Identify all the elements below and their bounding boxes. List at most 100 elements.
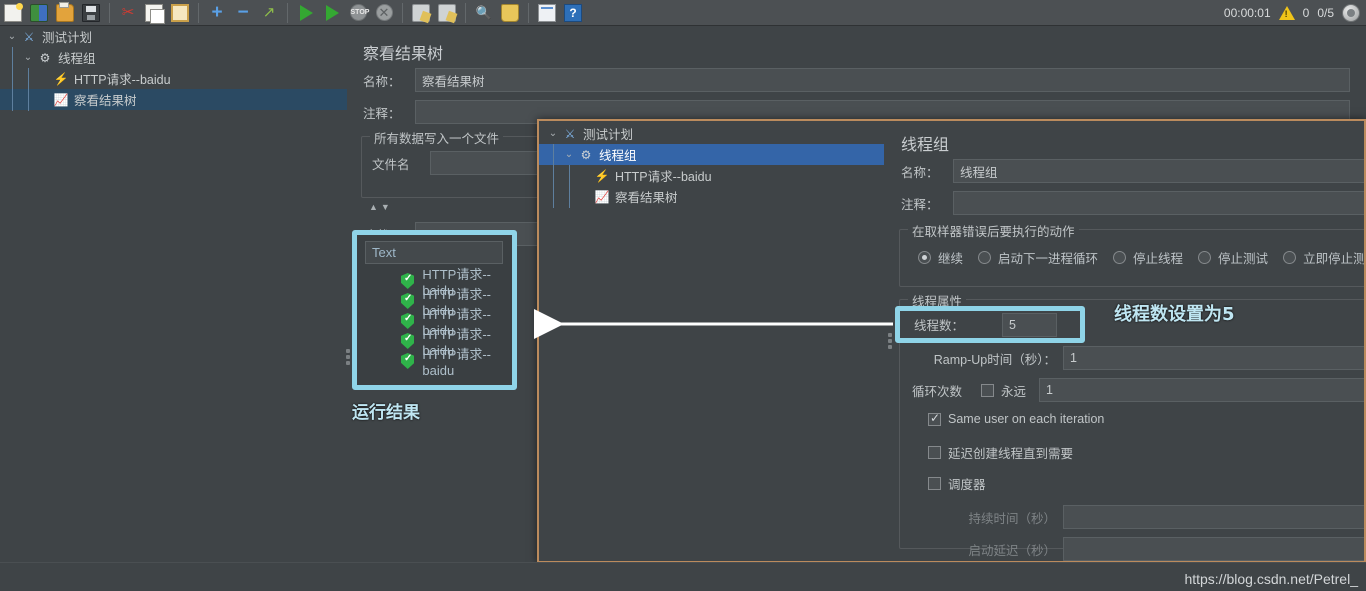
- rampup-row: Ramp-Up时间（秒）：: [912, 346, 1364, 370]
- write-all-data-legend: 所有数据写入一个文件: [370, 128, 504, 147]
- dialog-test-plan-tree[interactable]: ⌄ ⚔ 测试计划 ⌄ ⚙ 线程组 ⚡ HTTP请求--baidu 📈 察看结果树: [539, 121, 884, 561]
- threads-row: 线程数：: [900, 311, 1080, 338]
- open-icon[interactable]: [52, 1, 78, 25]
- loops-input[interactable]: [1039, 378, 1364, 402]
- save-icon[interactable]: [78, 1, 104, 25]
- dialog-tree-node-view-results[interactable]: 📈 察看结果树: [539, 185, 884, 208]
- dialog-tree-node-test-plan[interactable]: ⌄ ⚔ 测试计划: [539, 123, 884, 144]
- tg-comment-input[interactable]: [953, 191, 1364, 215]
- pipette-icon: ⚡: [53, 71, 69, 86]
- copy-icon[interactable]: [141, 1, 167, 25]
- clear-all-icon[interactable]: [434, 1, 460, 25]
- toolbar-status-group: 00:00:01 0 0/5: [1223, 3, 1366, 22]
- filename-label: 文件名: [372, 157, 410, 172]
- same-user-checkbox[interactable]: [928, 411, 941, 426]
- page-title: 察看结果树: [363, 46, 444, 63]
- radio-stop-test[interactable]: [1198, 251, 1212, 264]
- delay-create-checkbox[interactable]: [928, 446, 941, 459]
- radio-start-next-loop[interactable]: [978, 251, 992, 264]
- flask-icon: ⚔: [23, 29, 35, 44]
- grip-dots-icon: [888, 331, 892, 351]
- tree-node-label: 察看结果树: [74, 94, 137, 108]
- watermark-text: https://blog.csdn.net/Petrel_: [1184, 571, 1358, 587]
- dialog-tree-node-thread-group[interactable]: ⌄ ⚙ 线程组: [539, 143, 884, 166]
- same-user-row[interactable]: Same user on each iteration: [928, 411, 1104, 426]
- toolbar-separator: [465, 2, 466, 23]
- scheduler-row[interactable]: 调度器: [928, 474, 986, 493]
- toolbar-separator: [528, 2, 529, 23]
- radio-stop-thread[interactable]: [1113, 251, 1127, 264]
- chevron-down-icon[interactable]: ⌄: [545, 128, 561, 139]
- radio-start-next-loop-label: 启动下一进程循环: [998, 252, 1099, 266]
- pipette-icon: ⚡: [594, 168, 610, 183]
- new-icon[interactable]: [0, 1, 26, 25]
- tree-node-test-plan[interactable]: ⌄ ⚔ 测试计划: [0, 26, 347, 47]
- paste-icon[interactable]: [167, 1, 193, 25]
- toolbar-help-group: ?: [534, 0, 586, 26]
- gear-icon: ⚙: [39, 50, 51, 65]
- dialog-tree-node-http-request[interactable]: ⚡ HTTP请求--baidu: [539, 164, 884, 187]
- start-no-pauses-icon[interactable]: [319, 1, 345, 25]
- toggle-enable-icon[interactable]: ↗: [256, 1, 282, 25]
- radio-stop-test-now[interactable]: [1283, 251, 1297, 264]
- elapsed-time: 00:00:01: [1223, 5, 1271, 20]
- radio-stop-test-label: 停止测试: [1218, 252, 1269, 266]
- test-plan-tree[interactable]: ⌄ ⚔ 测试计划 ⌄ ⚙ 线程组 ⚡ HTTP请求--baidu 📈 察看结果树: [0, 26, 347, 556]
- config-expander-icon[interactable]: ▲▼: [369, 202, 393, 212]
- tree-node-view-results-tree[interactable]: 📈 察看结果树: [0, 88, 347, 111]
- rampup-input[interactable]: [1063, 346, 1364, 370]
- delay-create-row[interactable]: 延迟创建线程直到需要: [928, 443, 1073, 462]
- startup-delay-label: 启动延迟（秒）: [968, 543, 1056, 558]
- stop-icon[interactable]: STOP: [345, 1, 371, 25]
- scheduler-checkbox[interactable]: [928, 477, 941, 490]
- results-list[interactable]: HTTP请求--baidu HTTP请求--baidu HTTP请求--baid…: [357, 267, 512, 378]
- name-input[interactable]: [415, 68, 1350, 92]
- results-annotation: 运行结果: [352, 403, 420, 423]
- tree-node-label: 测试计划: [42, 31, 93, 45]
- shutdown-icon[interactable]: ✕: [371, 1, 397, 25]
- collapse-all-icon[interactable]: −: [230, 1, 256, 25]
- expand-all-icon[interactable]: +: [204, 1, 230, 25]
- gear-icon: ⚙: [580, 147, 592, 162]
- render-type-field[interactable]: Text: [365, 241, 503, 264]
- templates-icon[interactable]: [26, 1, 52, 25]
- rampup-label: Ramp-Up时间（秒）：: [933, 352, 1056, 367]
- cut-icon[interactable]: ✂: [115, 1, 141, 25]
- warning-icon[interactable]: [1278, 5, 1295, 20]
- forever-label: 永远: [1001, 384, 1027, 399]
- start-icon[interactable]: [293, 1, 319, 25]
- clear-icon[interactable]: [408, 1, 434, 25]
- tg-comment-row: 注释：: [901, 191, 1364, 215]
- reset-search-icon[interactable]: [497, 1, 523, 25]
- chevron-down-icon[interactable]: ⌄: [4, 31, 20, 42]
- tree-node-thread-group[interactable]: ⌄ ⚙ 线程组: [0, 46, 347, 69]
- toolbar-separator: [287, 2, 288, 23]
- threads-input[interactable]: [1002, 312, 1058, 337]
- chart-icon: 📈: [594, 189, 610, 204]
- search-icon[interactable]: 🔍: [471, 1, 497, 25]
- main-splitter-grip[interactable]: [345, 345, 351, 369]
- help-icon[interactable]: ?: [560, 1, 586, 25]
- tg-name-input[interactable]: [953, 159, 1364, 183]
- startup-delay-input[interactable]: [1063, 537, 1364, 561]
- radio-stop-thread-label: 停止线程: [1133, 252, 1184, 266]
- function-helper-icon[interactable]: [534, 1, 560, 25]
- success-shield-icon: [401, 313, 415, 329]
- chevron-down-icon[interactable]: ⌄: [20, 52, 36, 63]
- list-item[interactable]: HTTP请求--baidu: [401, 347, 512, 378]
- duration-input[interactable]: [1063, 505, 1364, 529]
- flask-icon: ⚔: [564, 126, 576, 141]
- forever-checkbox[interactable]: [981, 383, 994, 397]
- toolbar-search-group: 🔍: [471, 0, 523, 26]
- tree-node-http-request[interactable]: ⚡ HTTP请求--baidu: [0, 67, 347, 90]
- results-highlight-box: Text HTTP请求--baidu HTTP请求--baidu HTTP请求-…: [352, 230, 517, 390]
- toolbar-tree-group: + − ↗: [204, 0, 282, 26]
- radio-continue[interactable]: [918, 251, 931, 264]
- toolbar-separator: [198, 2, 199, 23]
- duration-label: 持续时间（秒）: [968, 511, 1056, 526]
- thread-group-title: 线程组: [901, 137, 950, 154]
- chevron-down-icon[interactable]: ⌄: [561, 149, 577, 160]
- threads-label: 线程数：: [914, 319, 965, 333]
- success-shield-icon: [401, 333, 415, 349]
- toolbar-run-group: STOP ✕: [293, 0, 397, 26]
